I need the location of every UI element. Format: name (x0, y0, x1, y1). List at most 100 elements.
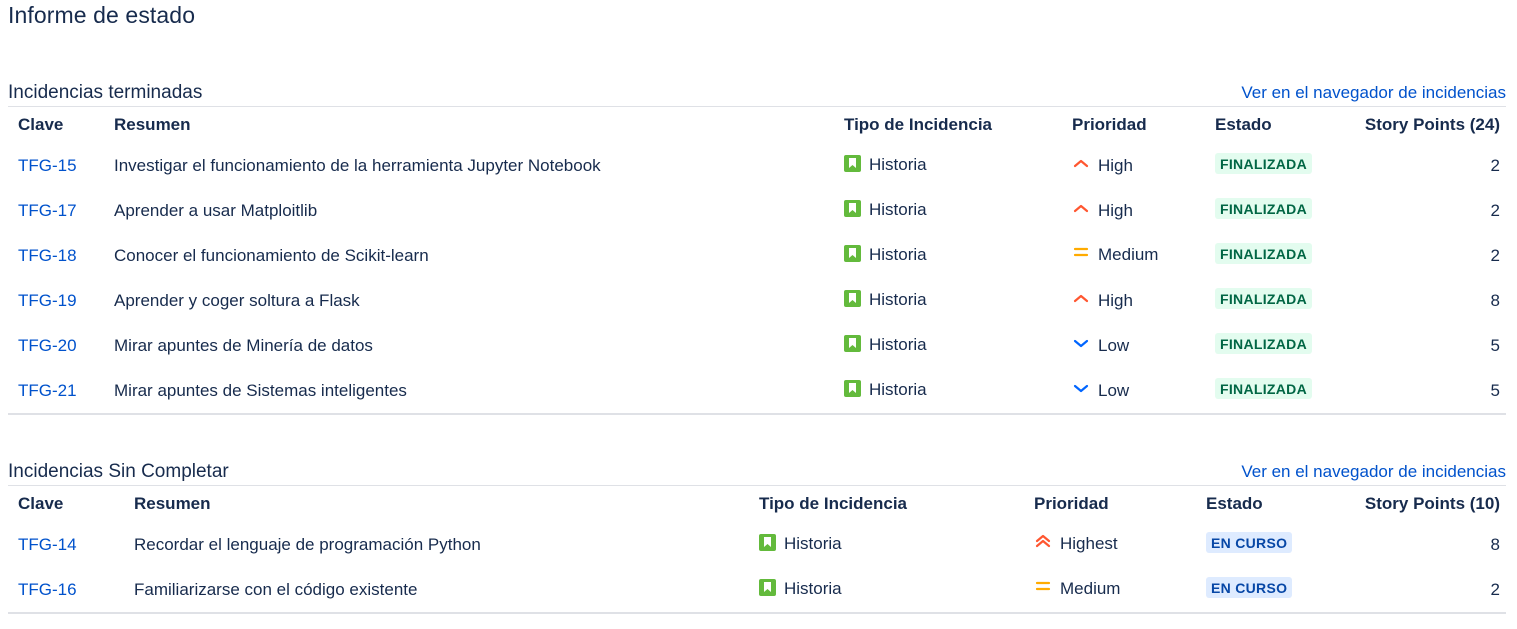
column-header-status: Estado (1215, 115, 1272, 134)
issue-key-link[interactable]: TFG-18 (18, 246, 77, 265)
story-points-value: 2 (1490, 200, 1500, 220)
priority-medium-icon (1072, 243, 1090, 261)
status-badge: FINALIZADA (1215, 378, 1312, 399)
cell-story-points: 5 (1353, 323, 1506, 368)
story-points-value: 8 (1490, 290, 1500, 310)
cell-type: Historia (749, 567, 1024, 613)
cell-story-points: 8 (1351, 522, 1506, 567)
issue-summary: Mirar apuntes de Sistemas inteligentes (114, 380, 407, 400)
issue-type-label: Historia (784, 534, 842, 553)
column-header-summary: Resumen (134, 494, 211, 513)
status-badge: FINALIZADA (1215, 153, 1312, 174)
issue-type-label: Historia (869, 335, 927, 354)
issue-type-label: Historia (869, 290, 927, 309)
priority-highest-icon (1034, 532, 1052, 550)
column-header-priority: Prioridad (1034, 494, 1109, 513)
section-title: Incidencias Sin Completar (8, 461, 229, 482)
cell-type: Historia (834, 143, 1062, 188)
cell-key: TFG-20 (8, 323, 104, 368)
cell-summary: Mirar apuntes de Sistemas inteligentes (104, 368, 834, 414)
column-header-story-points: Story Points (10) (1364, 494, 1500, 513)
priority-label: Highest (1060, 533, 1118, 553)
story-icon (844, 199, 861, 217)
cell-status: FINALIZADA (1205, 323, 1353, 368)
story-points-value: 2 (1490, 245, 1500, 265)
cell-type: Historia (834, 233, 1062, 278)
priority-label: Low (1098, 380, 1130, 400)
issue-type-label: Historia (869, 380, 927, 399)
cell-story-points: 5 (1353, 368, 1506, 414)
cell-type: Historia (834, 323, 1062, 368)
cell-key: TFG-19 (8, 278, 104, 323)
status-badge: EN CURSO (1206, 532, 1293, 553)
cell-type: Historia (834, 368, 1062, 414)
cell-priority: Medium (1062, 233, 1205, 278)
column-header-priority: Prioridad (1072, 115, 1147, 134)
cell-priority: High (1062, 278, 1205, 323)
issue-key-link[interactable]: TFG-20 (18, 336, 77, 355)
cell-story-points: 2 (1353, 233, 1506, 278)
incomplete-section: Incidencias Sin Completar Ver en el nave… (8, 459, 1506, 614)
completed-section: Incidencias terminadas Ver en el navegad… (8, 80, 1506, 415)
cell-type: Historia (834, 278, 1062, 323)
cell-key: TFG-15 (8, 143, 104, 188)
issue-type-label: Historia (869, 200, 927, 219)
table-row: TFG-14 Recordar el lenguaje de programaci… (8, 522, 1506, 567)
table-header-row: Clave Resumen Tipo de Incidencia Priorid… (8, 107, 1506, 143)
table-header-row: Clave Resumen Tipo de Incidencia Priorid… (8, 486, 1506, 522)
priority-medium-icon (1034, 577, 1052, 595)
cell-story-points: 2 (1353, 188, 1506, 233)
cell-type: Historia (749, 522, 1024, 567)
cell-summary: Investigar el funcionamiento de la herra… (104, 143, 834, 188)
view-in-issue-navigator-link[interactable]: Ver en el navegador de incidencias (1241, 462, 1506, 482)
status-badge: FINALIZADA (1215, 243, 1312, 264)
table-row: TFG-15 Investigar el funcionamiento de la… (8, 143, 1506, 188)
cell-key: TFG-14 (8, 522, 124, 567)
issue-key-link[interactable]: TFG-15 (18, 156, 77, 175)
cell-summary: Mirar apuntes de Minería de datos (104, 323, 834, 368)
cell-priority: High (1062, 143, 1205, 188)
completed-issues-table: Clave Resumen Tipo de Incidencia Priorid… (8, 107, 1506, 415)
table-row: TFG-20 Mirar apuntes de Minería de datos H… (8, 323, 1506, 368)
cell-story-points: 8 (1353, 278, 1506, 323)
cell-summary: Conocer el funcionamiento de Scikit-lear… (104, 233, 834, 278)
story-icon (844, 154, 861, 172)
issue-key-link[interactable]: TFG-17 (18, 201, 77, 220)
cell-summary: Aprender y coger soltura a Flask (104, 278, 834, 323)
table-row: TFG-19 Aprender y coger soltura a Flask Hi… (8, 278, 1506, 323)
story-points-value: 2 (1490, 155, 1500, 175)
issue-summary: Conocer el funcionamiento de Scikit-lear… (114, 245, 429, 265)
issue-summary: Investigar el funcionamiento de la herra… (114, 155, 601, 175)
issue-key-link[interactable]: TFG-21 (18, 381, 77, 400)
cell-summary: Familiarizarse con el código existente (124, 567, 749, 613)
cell-status: FINALIZADA (1205, 143, 1353, 188)
column-header-status: Estado (1206, 494, 1263, 513)
cell-priority: Medium (1024, 567, 1196, 613)
table-row: TFG-21 Mirar apuntes de Sistemas intelige… (8, 368, 1506, 414)
story-points-value: 5 (1490, 335, 1500, 355)
cell-priority: Highest (1024, 522, 1196, 567)
cell-story-points: 2 (1351, 567, 1506, 613)
status-badge: EN CURSO (1206, 577, 1293, 598)
issue-key-link[interactable]: TFG-19 (18, 291, 77, 310)
priority-low-icon (1072, 334, 1090, 352)
status-badge: FINALIZADA (1215, 288, 1312, 309)
issue-key-link[interactable]: TFG-16 (18, 580, 77, 599)
issue-summary: Familiarizarse con el código existente (134, 579, 418, 599)
priority-label: High (1098, 155, 1133, 175)
section-header: Incidencias Sin Completar Ver en el nave… (8, 459, 1506, 486)
priority-low-icon (1072, 379, 1090, 397)
column-header-key: Clave (18, 494, 64, 513)
view-in-issue-navigator-link[interactable]: Ver en el navegador de incidencias (1241, 83, 1506, 103)
issue-summary: Mirar apuntes de Minería de datos (114, 335, 373, 355)
priority-label: Medium (1098, 245, 1159, 264)
priority-label: Medium (1060, 579, 1121, 598)
issue-key-link[interactable]: TFG-14 (18, 535, 77, 554)
cell-status: EN CURSO (1196, 522, 1351, 567)
story-points-value: 2 (1490, 579, 1500, 599)
cell-story-points: 2 (1353, 143, 1506, 188)
cell-priority: Low (1062, 323, 1205, 368)
story-icon (844, 289, 861, 307)
cell-key: TFG-18 (8, 233, 104, 278)
issue-summary: Aprender a usar Matploitlib (114, 200, 318, 220)
